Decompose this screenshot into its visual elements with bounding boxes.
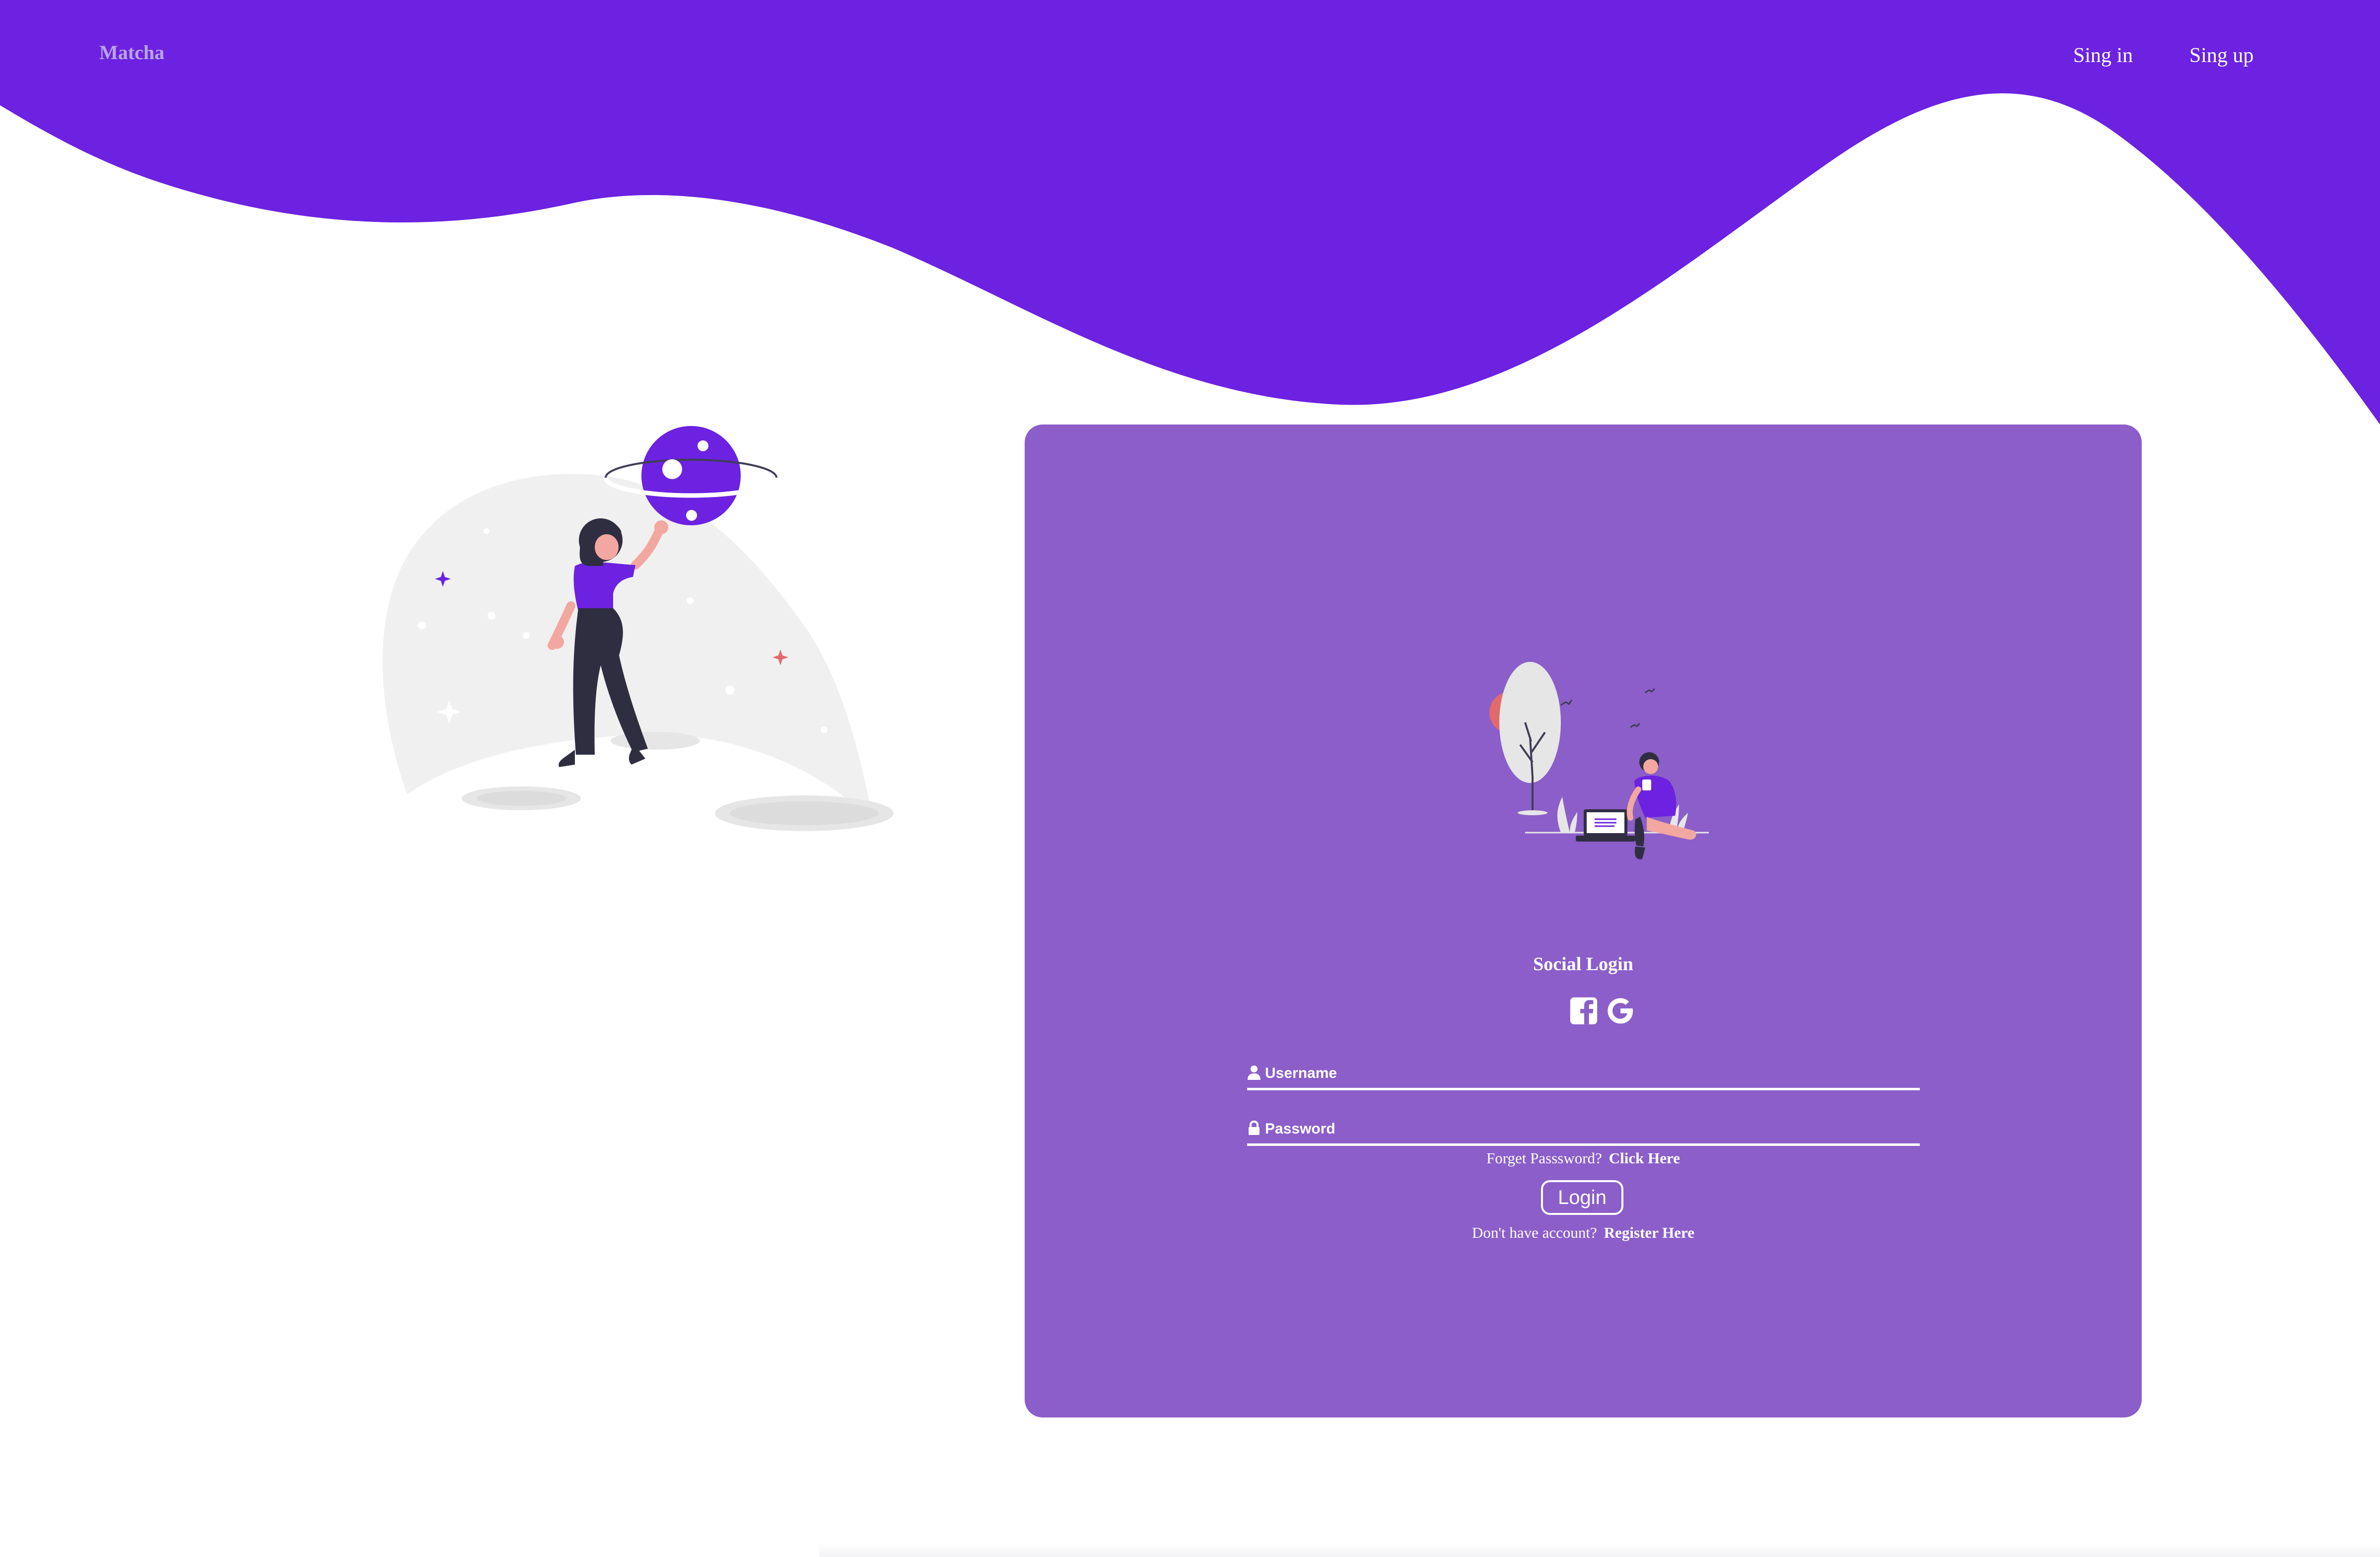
- login-card: Social Login Forget Pa: [1025, 425, 2142, 1417]
- login-page: Matcha Sing in Sing up Social Login User…: [0, 0, 2380, 1557]
- password-input[interactable]: [1265, 1117, 1910, 1141]
- user-icon: [1248, 1065, 1260, 1080]
- register-row: Don't have account? Register Here: [1025, 1224, 2142, 1242]
- username-input[interactable]: [1265, 1061, 1910, 1086]
- facebook-icon[interactable]: [1568, 995, 1599, 1026]
- bottom-shadow: [819, 1543, 2380, 1557]
- brand-logo[interactable]: Matcha: [99, 41, 164, 64]
- nav-signin-link[interactable]: Sing in: [2073, 44, 2133, 68]
- register-link[interactable]: Register Here: [1604, 1224, 1694, 1241]
- header-wave-background: [0, 0, 2380, 425]
- forgot-password-text: Forget Passsword?: [1486, 1149, 1602, 1167]
- social-icons: [1568, 995, 1636, 1028]
- password-field: [1247, 1116, 1920, 1146]
- login-button[interactable]: Login: [1541, 1180, 1623, 1215]
- forgot-password-link[interactable]: Click Here: [1609, 1149, 1680, 1167]
- lock-icon: [1249, 1121, 1260, 1135]
- username-field: [1247, 1060, 1920, 1090]
- register-text: Don't have account?: [1472, 1224, 1597, 1241]
- google-icon[interactable]: [1605, 995, 1636, 1026]
- social-login-title: Social Login: [1533, 954, 1633, 975]
- nav-signup-link[interactable]: Sing up: [2189, 44, 2254, 68]
- forgot-password-row: Forget Passsword? Click Here: [1025, 1149, 2142, 1167]
- hero-space-illustration: [382, 426, 894, 831]
- card-illustration: [1489, 662, 1709, 859]
